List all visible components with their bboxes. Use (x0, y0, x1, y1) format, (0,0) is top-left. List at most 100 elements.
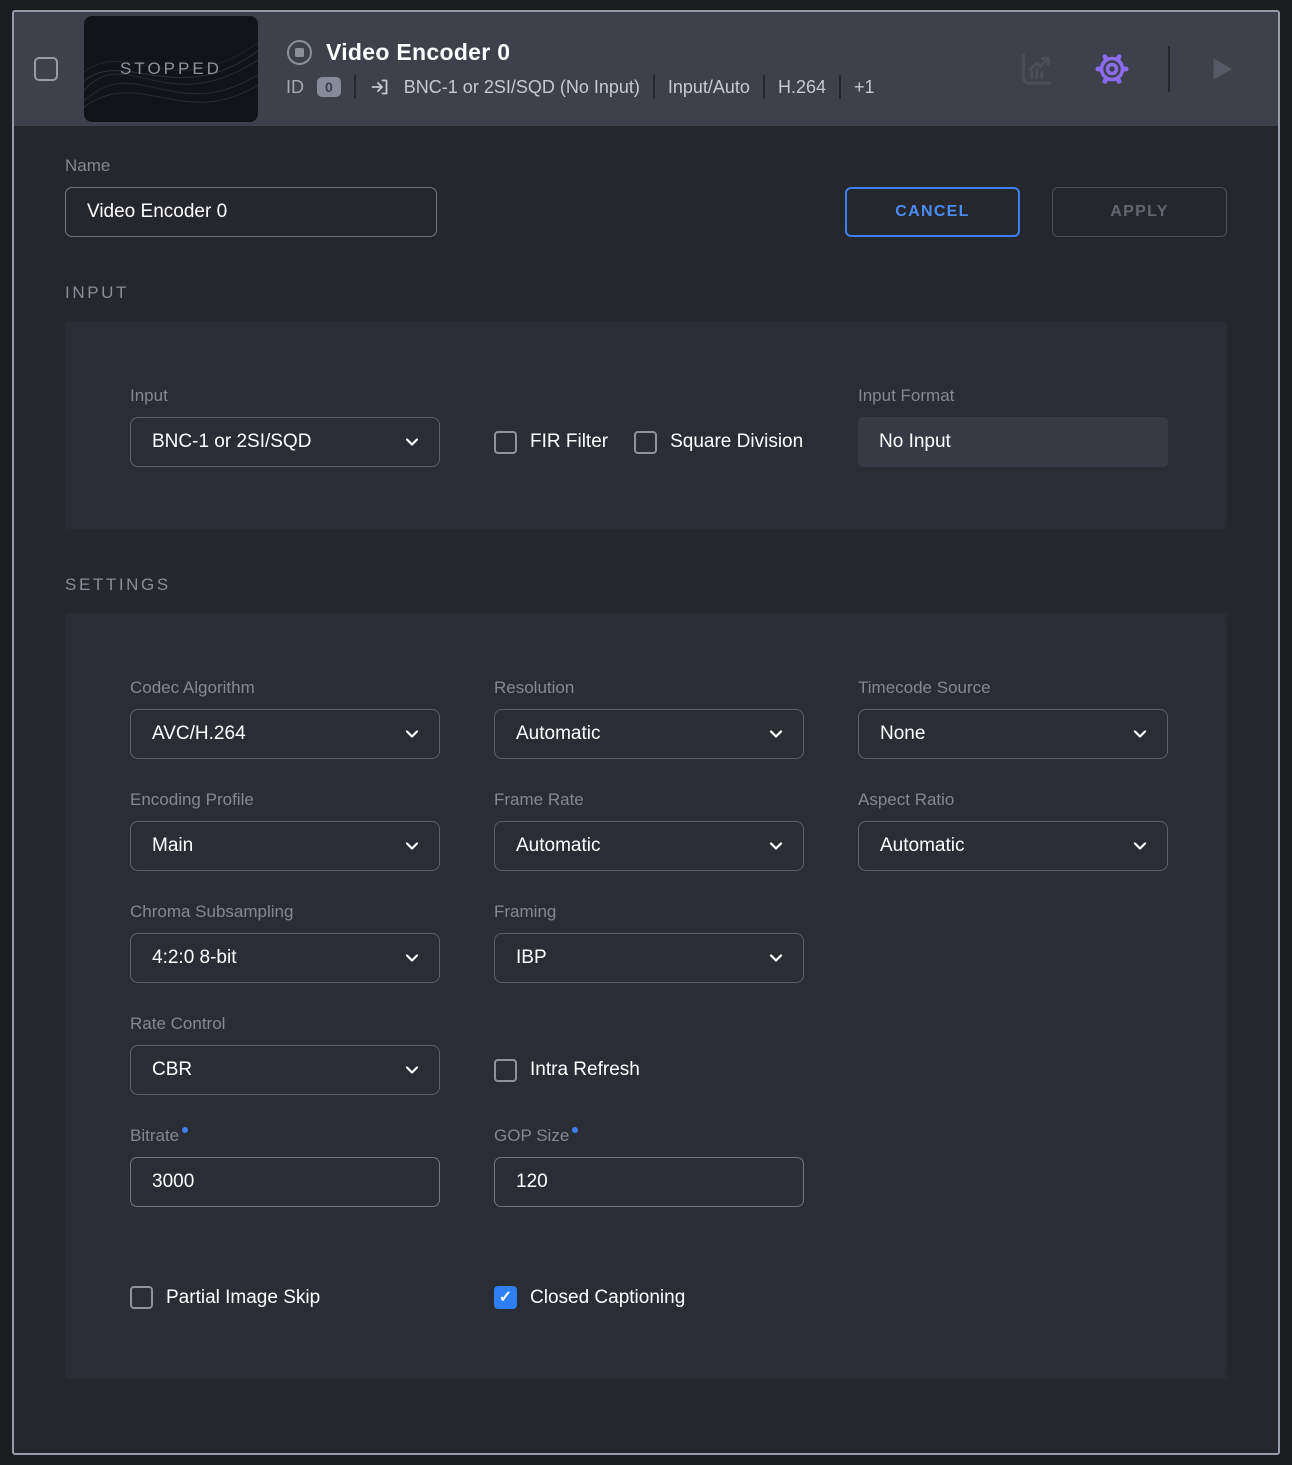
framing-label: Framing (494, 901, 804, 923)
input-label: Input (130, 385, 440, 407)
chevron-down-icon (767, 725, 785, 743)
play-icon (1208, 55, 1236, 83)
meta-source: BNC-1 or 2SI/SQD (No Input) (404, 77, 640, 98)
chevron-down-icon (1131, 725, 1149, 743)
settings-row-1: Codec Algorithm AVC/H.264 Resolution Au (130, 677, 1162, 759)
bitrate-input[interactable] (130, 1157, 440, 1207)
input-source-icon (369, 76, 391, 98)
select-value: Automatic (516, 723, 600, 745)
input-field: Input BNC-1 or 2SI/SQD (130, 385, 440, 467)
chroma-subsampling-label: Chroma Subsampling (130, 901, 440, 923)
checkbox-icon[interactable] (494, 1286, 517, 1309)
bitrate-field: Bitrate (130, 1125, 440, 1207)
form-actions: CANCEL APPLY (845, 187, 1227, 237)
required-dot-icon (572, 1127, 578, 1133)
input-select[interactable]: BNC-1 or 2SI/SQD (130, 417, 440, 467)
intra-refresh-label: Intra Refresh (530, 1059, 640, 1081)
select-value: IBP (516, 947, 547, 969)
select-value: None (880, 723, 925, 745)
chroma-subsampling-select[interactable]: 4:2:0 8-bit (130, 933, 440, 983)
name-input[interactable] (65, 187, 437, 237)
settings-section-panel: Codec Algorithm AVC/H.264 Resolution Au (65, 613, 1227, 1379)
square-division-label: Square Division (670, 431, 803, 453)
timecode-source-select[interactable]: None (858, 709, 1168, 759)
codec-algorithm-field: Codec Algorithm AVC/H.264 (130, 677, 440, 759)
select-value: Main (152, 835, 193, 857)
frame-rate-label: Frame Rate (494, 789, 804, 811)
name-field: Name (65, 155, 437, 237)
timecode-source-label: Timecode Source (858, 677, 1168, 699)
checkbox-icon[interactable] (494, 431, 517, 454)
select-value: CBR (152, 1059, 192, 1081)
settings-button[interactable] (1094, 51, 1130, 87)
start-encoder-button[interactable] (1208, 55, 1236, 83)
status-label: STOPPED (120, 59, 222, 79)
select-value: Automatic (516, 835, 600, 857)
resolution-select[interactable]: Automatic (494, 709, 804, 759)
separator (354, 75, 356, 99)
separator (653, 75, 655, 99)
meta-extra-count: +1 (854, 77, 875, 98)
settings-row-2: Encoding Profile Main Frame Rate Automa (130, 789, 1162, 871)
frame-rate-select[interactable]: Automatic (494, 821, 804, 871)
fir-filter-checkbox[interactable]: FIR Filter (494, 431, 608, 454)
rate-control-field: Rate Control CBR (130, 1013, 440, 1095)
chevron-down-icon (403, 837, 421, 855)
checkbox-icon[interactable] (634, 431, 657, 454)
resolution-field: Resolution Automatic (494, 677, 804, 759)
rate-control-select[interactable]: CBR (130, 1045, 440, 1095)
framing-field: Framing IBP (494, 901, 804, 983)
select-value: Automatic (880, 835, 964, 857)
rate-control-label: Rate Control (130, 1013, 440, 1035)
id-badge: 0 (317, 77, 341, 97)
stop-icon (286, 39, 313, 66)
closed-captioning-checkbox[interactable]: Closed Captioning (494, 1286, 685, 1309)
square-division-checkbox[interactable]: Square Division (634, 431, 803, 454)
settings-row-4: Rate Control CBR Intra Refresh (130, 1013, 1162, 1095)
id-label: ID (286, 77, 304, 98)
cancel-button[interactable]: CANCEL (845, 187, 1020, 237)
aspect-ratio-select[interactable]: Automatic (858, 821, 1168, 871)
meta-codec: H.264 (778, 77, 826, 98)
checkbox-icon[interactable] (494, 1059, 517, 1082)
settings-row-checkboxes: Partial Image Skip Closed Captioning (130, 1286, 1162, 1309)
chevron-down-icon (403, 949, 421, 967)
checkbox-icon[interactable] (130, 1286, 153, 1309)
chevron-down-icon (403, 1061, 421, 1079)
encoder-settings-card: STOPPED Video Encoder 0 ID 0 BNC-1 o (12, 10, 1280, 1455)
meta-mode: Input/Auto (668, 77, 750, 98)
gop-size-field: GOP Size (494, 1125, 804, 1207)
chevron-down-icon (767, 837, 785, 855)
framing-select[interactable]: IBP (494, 933, 804, 983)
intra-refresh-checkbox[interactable]: Intra Refresh (494, 1059, 640, 1082)
select-value: 4:2:0 8-bit (152, 947, 237, 969)
encoding-profile-label: Encoding Profile (130, 789, 440, 811)
required-dot-icon (182, 1127, 188, 1133)
codec-algorithm-label: Codec Algorithm (130, 677, 440, 699)
metrics-button[interactable] (1016, 49, 1056, 89)
fir-filter-label: FIR Filter (530, 431, 608, 453)
encoder-title: Video Encoder 0 (326, 39, 510, 66)
encoder-meta-row: ID 0 BNC-1 or 2SI/SQD (No Input) Input/A… (286, 75, 875, 99)
header-divider (1168, 46, 1170, 92)
input-select-value: BNC-1 or 2SI/SQD (152, 431, 311, 453)
encoder-card-header: STOPPED Video Encoder 0 ID 0 BNC-1 o (14, 12, 1278, 126)
select-encoder-checkbox[interactable] (34, 57, 58, 81)
codec-algorithm-select[interactable]: AVC/H.264 (130, 709, 440, 759)
chevron-down-icon (767, 949, 785, 967)
chevron-down-icon (403, 725, 421, 743)
encoder-settings-body: Name CANCEL APPLY INPUT Input BNC-1 or 2… (14, 126, 1278, 1453)
partial-image-skip-checkbox[interactable]: Partial Image Skip (130, 1286, 320, 1309)
name-label: Name (65, 155, 437, 177)
aspect-ratio-field: Aspect Ratio Automatic (858, 789, 1168, 871)
apply-button[interactable]: APPLY (1052, 187, 1227, 237)
gop-size-input[interactable] (494, 1157, 804, 1207)
timecode-source-field: Timecode Source None (858, 677, 1168, 759)
input-section-title: INPUT (65, 283, 1227, 303)
encoding-profile-select[interactable]: Main (130, 821, 440, 871)
chevron-down-icon (403, 433, 421, 451)
settings-row-3: Chroma Subsampling 4:2:0 8-bit Framing (130, 901, 1162, 983)
input-section-panel: Input BNC-1 or 2SI/SQD FIR Filte (65, 321, 1227, 529)
chevron-down-icon (1131, 837, 1149, 855)
input-format-label: Input Format (858, 385, 1168, 407)
